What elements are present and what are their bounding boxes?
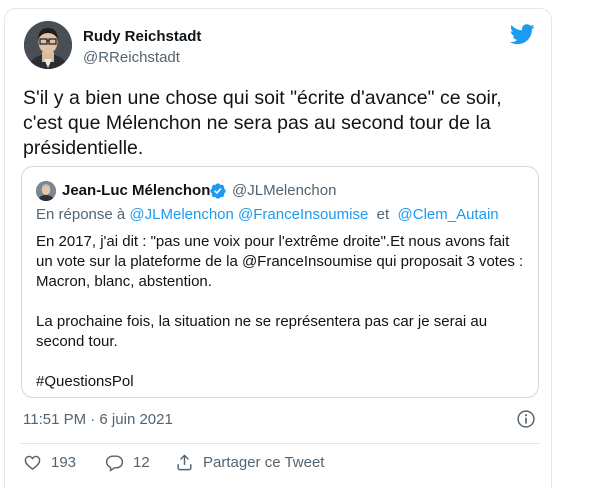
- like-button[interactable]: 193: [23, 453, 76, 472]
- reply-count: 12: [133, 454, 150, 471]
- quoted-tweet-text: En 2017, j'ai dit : "pas une voix pour l…: [36, 232, 530, 392]
- share-icon: [177, 454, 192, 471]
- reply-mention-link[interactable]: @JLMelenchon: [129, 206, 233, 223]
- tweet-text-line: S'il y a bien une chose qui soit "écrite…: [23, 87, 502, 109]
- reply-prefix: En réponse à: [36, 206, 126, 223]
- share-label: Partager ce Tweet: [203, 454, 325, 471]
- divider: [21, 443, 539, 444]
- heart-icon: [24, 455, 41, 470]
- info-icon[interactable]: [516, 409, 536, 429]
- quoted-author-name[interactable]: Jean-Luc Mélenchon: [62, 182, 210, 199]
- quoted-text-line: Macron, blanc, abstention.: [36, 273, 212, 290]
- hashtag[interactable]: #QuestionsPol: [36, 373, 134, 390]
- quoted-tweet[interactable]: Jean-Luc Mélenchon @JLMelenchon En répon…: [21, 166, 539, 398]
- reply-icon: [105, 455, 124, 472]
- tweet-timestamp[interactable]: 11:51 PM · 6 juin 2021: [23, 411, 173, 428]
- reply-mention-link[interactable]: @Clem_Autain: [398, 206, 499, 223]
- tweet-text-line: c'est que Mélenchon ne sera pas au secon…: [23, 112, 491, 134]
- reply-context: En réponse à @JLMelenchon @FranceInsoumi…: [36, 206, 499, 223]
- tweet-text-line: présidentielle.: [23, 137, 144, 159]
- quoted-author-avatar[interactable]: [36, 181, 56, 201]
- verified-badge-icon: [210, 183, 226, 199]
- quoted-text-line: un vote sur la plateforme de la @FranceI…: [36, 253, 524, 270]
- reply-conjunction: et: [376, 206, 390, 223]
- like-count: 193: [51, 454, 77, 471]
- quoted-text-line: second tour.: [36, 333, 118, 350]
- tweet-text: S'il y a bien une chose qui soit "écrite…: [23, 86, 533, 161]
- author-avatar[interactable]: [24, 21, 72, 69]
- quoted-paragraph: #QuestionsPol: [36, 372, 530, 392]
- quoted-author-handle[interactable]: @JLMelenchon: [232, 182, 336, 199]
- reply-mention-link[interactable]: @FranceInsoumise: [238, 206, 368, 223]
- twitter-bird-icon[interactable]: [510, 24, 535, 45]
- tweet-card[interactable]: Rudy Reichstadt @RReichstadt S'il y a bi…: [4, 8, 552, 488]
- quoted-paragraph: La prochaine fois, la situation ne se re…: [36, 312, 530, 352]
- author-name[interactable]: Rudy Reichstadt: [83, 28, 201, 45]
- quoted-text-line: En 2017, j'ai dit : "pas une voix pour l…: [36, 233, 510, 250]
- quoted-paragraph: En 2017, j'ai dit : "pas une voix pour l…: [36, 232, 530, 292]
- share-button[interactable]: Partager ce Tweet: [175, 453, 324, 472]
- quoted-text-line: La prochaine fois, la situation ne se re…: [36, 313, 488, 330]
- reply-button[interactable]: 12: [105, 453, 150, 472]
- author-handle[interactable]: @RReichstadt: [83, 49, 180, 66]
